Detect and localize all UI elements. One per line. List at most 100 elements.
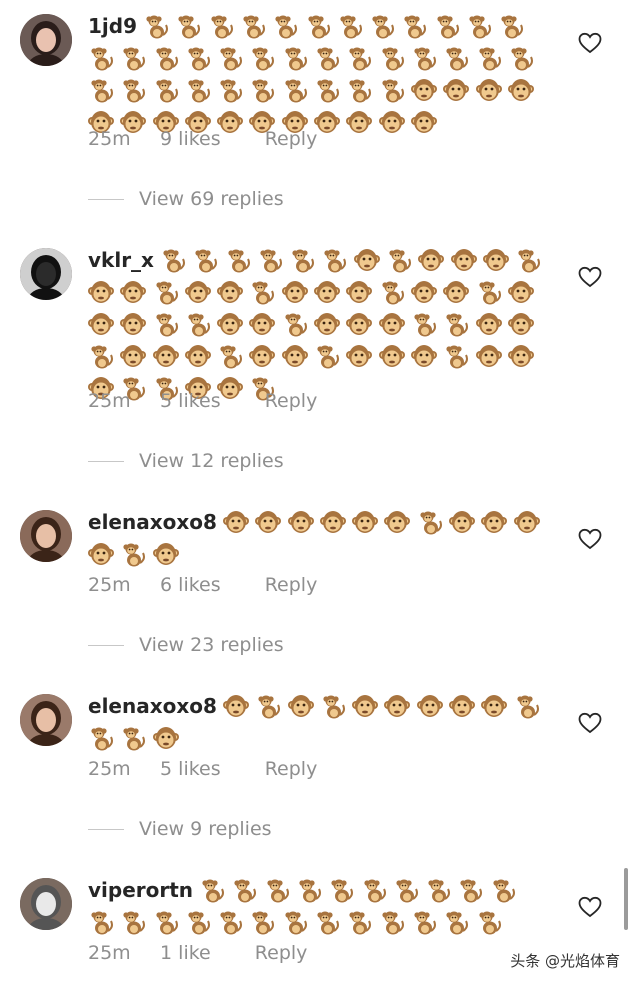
reply-button[interactable]: Reply: [265, 390, 318, 412]
monkey-emoji: [249, 909, 275, 935]
monkey-face-emoji: [378, 343, 405, 369]
reply-button[interactable]: Reply: [255, 942, 308, 964]
likes-count[interactable]: 5 likes: [160, 758, 221, 780]
monkey-face-emoji: [152, 343, 179, 369]
username[interactable]: 1jd9: [88, 14, 137, 38]
likes-count[interactable]: 9 likes: [160, 128, 221, 150]
monkey-face-emoji: [352, 509, 379, 535]
monkey-emoji: [120, 541, 146, 567]
avatar[interactable]: [20, 248, 72, 300]
like-heart-icon[interactable]: [578, 32, 602, 54]
monkey-face-emoji: [513, 509, 540, 535]
username[interactable]: elenaxoxo8: [88, 694, 217, 718]
likes-count[interactable]: 6 likes: [160, 574, 221, 596]
view-replies-button[interactable]: View 12 replies: [88, 450, 284, 472]
timestamp: 25m: [88, 574, 131, 596]
reply-button[interactable]: Reply: [265, 758, 318, 780]
comment-text-line: [88, 722, 550, 754]
monkey-emoji: [217, 45, 243, 71]
monkey-emoji: [153, 311, 179, 337]
monkey-face-emoji: [475, 77, 502, 103]
comment-meta: 25m 5 likes Reply: [88, 390, 317, 412]
timestamp: 25m: [88, 390, 131, 412]
avatar[interactable]: [20, 694, 72, 746]
username[interactable]: vklr_x: [88, 248, 154, 272]
monkey-face-emoji: [352, 693, 379, 719]
monkey-emoji: [417, 509, 443, 535]
monkey-emoji: [443, 343, 469, 369]
comment-text-line: [88, 42, 550, 74]
monkey-emoji: [379, 77, 405, 103]
monkey-emoji: [289, 247, 315, 273]
view-replies-label: View 23 replies: [139, 634, 284, 656]
monkey-face-emoji: [475, 343, 502, 369]
comment-text-line: [88, 276, 550, 308]
avatar[interactable]: [20, 14, 72, 66]
monkey-emoji: [249, 279, 275, 305]
view-replies-button[interactable]: View 23 replies: [88, 634, 284, 656]
like-heart-icon[interactable]: [578, 896, 602, 918]
monkey-emoji: [476, 909, 502, 935]
monkey-emoji: [314, 45, 340, 71]
monkey-face-emoji: [507, 279, 534, 305]
avatar[interactable]: [20, 510, 72, 562]
monkey-emoji: [411, 909, 437, 935]
monkey-emoji: [346, 77, 372, 103]
monkey-emoji: [379, 279, 405, 305]
monkey-emoji: [217, 343, 243, 369]
comment-text-line: elenaxoxo8: [88, 506, 550, 538]
monkey-emoji: [346, 909, 372, 935]
monkey-emoji: [185, 311, 211, 337]
comment-text-line: [88, 74, 550, 106]
view-replies-button[interactable]: View 9 replies: [88, 818, 272, 840]
monkey-emoji: [328, 877, 354, 903]
comment-meta: 25m 6 likes Reply: [88, 574, 317, 596]
like-heart-icon[interactable]: [578, 528, 602, 550]
monkey-face-emoji: [481, 509, 508, 535]
username[interactable]: viperortn: [88, 878, 193, 902]
monkey-face-emoji: [416, 693, 443, 719]
monkey-emoji: [320, 693, 346, 719]
monkey-face-emoji: [255, 509, 282, 535]
reply-button[interactable]: Reply: [265, 574, 318, 596]
username[interactable]: elenaxoxo8: [88, 510, 217, 534]
scrollbar[interactable]: [624, 868, 628, 930]
view-replies-label: View 69 replies: [139, 188, 284, 210]
monkey-face-emoji: [507, 343, 534, 369]
monkey-emoji: [393, 877, 419, 903]
likes-count[interactable]: 5 likes: [160, 390, 221, 412]
monkey-face-emoji: [152, 725, 179, 751]
monkey-emoji: [185, 45, 211, 71]
timestamp: 25m: [88, 128, 131, 150]
comment-meta: 25m 9 likes Reply: [88, 128, 317, 150]
monkey-emoji: [88, 45, 114, 71]
view-replies-label: View 12 replies: [139, 450, 284, 472]
monkey-emoji: [476, 45, 502, 71]
monkey-emoji: [272, 13, 298, 39]
likes-count[interactable]: 1 like: [160, 942, 211, 964]
monkey-emoji: [175, 13, 201, 39]
divider: [88, 829, 124, 830]
comment-text-line: vklr_x: [88, 244, 550, 276]
monkey-face-emoji: [346, 279, 373, 305]
monkey-emoji: [434, 13, 460, 39]
comment-text-line: elenaxoxo8: [88, 690, 550, 722]
monkey-emoji: [120, 909, 146, 935]
monkey-emoji: [88, 343, 114, 369]
monkey-emoji: [425, 877, 451, 903]
monkey-emoji: [199, 877, 225, 903]
view-replies-button[interactable]: View 69 replies: [88, 188, 284, 210]
like-heart-icon[interactable]: [578, 266, 602, 288]
comment-text-line: 1jd9: [88, 10, 550, 42]
monkey-emoji: [321, 247, 347, 273]
avatar[interactable]: [20, 878, 72, 930]
monkey-emoji: [490, 877, 516, 903]
monkey-emoji: [282, 77, 308, 103]
monkey-emoji: [337, 13, 363, 39]
monkey-emoji: [153, 279, 179, 305]
like-heart-icon[interactable]: [578, 712, 602, 734]
divider: [88, 645, 124, 646]
reply-button[interactable]: Reply: [265, 128, 318, 150]
monkey-emoji: [514, 693, 540, 719]
monkey-face-emoji: [378, 109, 405, 135]
